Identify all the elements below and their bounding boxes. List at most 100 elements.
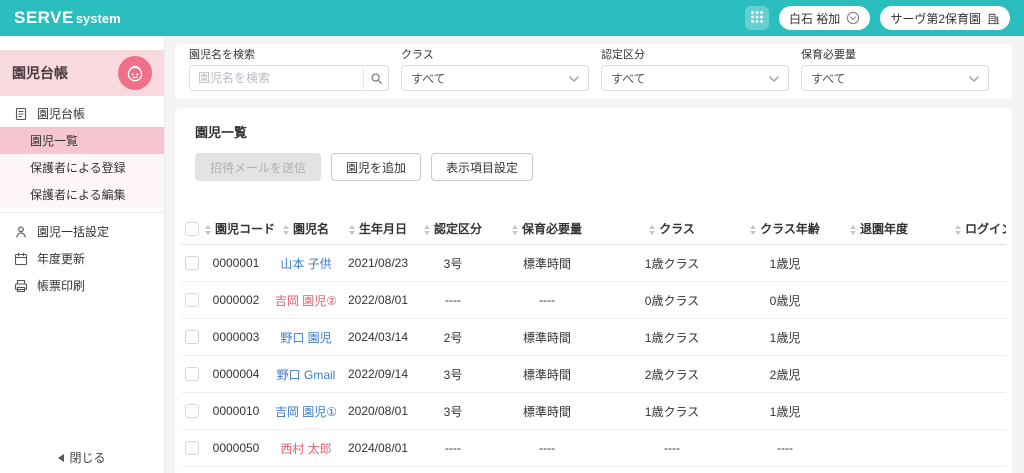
cell-care_amount: 標準時間 <box>493 319 601 356</box>
care-amount-filter-value: すべて <box>811 70 846 87</box>
cell-certification: ---- <box>413 282 493 319</box>
cell-certification: ---- <box>413 430 493 467</box>
facility-menu-button[interactable]: サーヴ第2保育園 <box>880 6 1010 30</box>
cell-code: 0000101 <box>203 467 269 473</box>
panel-actions: 招待メールを送信 園児を追加 表示項目設定 <box>195 153 1006 181</box>
cell-leave_year <box>827 356 931 393</box>
column-header[interactable]: ログイン <box>931 213 1006 245</box>
cell-certification: 2号 <box>413 319 493 356</box>
table-header-row: 園児コード園児名生年月日認定区分 保育必要量 クラス クラス年齢退園年度ログイン <box>181 213 1006 245</box>
select-all-header-cell <box>181 213 203 245</box>
child-name-search-input[interactable] <box>189 65 389 91</box>
cell-leave_year <box>827 393 931 430</box>
cell-certification: 3号 <box>413 393 493 430</box>
printer-icon <box>13 279 29 293</box>
cell-care_amount: ---- <box>493 430 601 467</box>
child-name-link[interactable]: 吉岡 園児① <box>275 405 337 419</box>
sidebar-item-chohyo-insatsu[interactable]: 帳票印刷 <box>0 272 164 299</box>
cell-certification: 2号 <box>413 467 493 473</box>
column-header[interactable]: 生年月日 <box>343 213 413 245</box>
apps-grid-button[interactable] <box>745 6 769 30</box>
sidebar-item-enji-daicho[interactable]: 園児台帳 <box>0 100 164 127</box>
column-header[interactable]: クラス年齢 <box>743 213 827 245</box>
row-checkbox[interactable] <box>185 330 199 344</box>
cell-login <box>931 467 1006 473</box>
sidebar-item-hogosha-touroku[interactable]: 保護者による登録 <box>0 154 164 181</box>
cell-class_name: ---- <box>601 430 743 467</box>
cell-class_age: 1歳児 <box>743 393 827 430</box>
row-checkbox[interactable] <box>185 293 199 307</box>
cell-name: 野口 Gmail <box>269 356 343 393</box>
column-header[interactable]: 保育必要量 <box>493 213 601 245</box>
cell-care_amount: ---- <box>493 282 601 319</box>
cell-birthdate: 2020/08/01 <box>343 393 413 430</box>
row-checkbox[interactable] <box>185 367 199 381</box>
filter-group-search: 園児名を検索 <box>189 49 389 91</box>
column-header[interactable]: クラス <box>601 213 743 245</box>
cell-birthdate: 2021/08/23 <box>343 245 413 282</box>
row-checkbox[interactable] <box>185 256 199 270</box>
chevron-down-icon <box>969 71 979 85</box>
sidebar-item-nendo-koushin[interactable]: 年度更新 <box>0 245 164 272</box>
class-filter-select[interactable]: すべて <box>401 65 589 91</box>
calendar-icon <box>13 252 29 266</box>
cell-name: 吉岡 園児① <box>269 393 343 430</box>
child-name-link[interactable]: 吉岡 園児② <box>275 294 337 308</box>
sidebar-menu: 園児台帳 園児一覧 保護者による登録 保護者による編集 園児一括設定 <box>0 100 164 299</box>
cell-birthdate: 2020/05/01 <box>343 467 413 473</box>
logo-secondary: system <box>76 11 121 26</box>
select-all-checkbox[interactable] <box>185 222 199 236</box>
add-child-button[interactable]: 園児を追加 <box>331 153 421 181</box>
cell-care_amount: 標準時間 <box>493 393 601 430</box>
building-icon <box>987 12 1000 25</box>
cell-class_name: 1歳クラス <box>601 393 743 430</box>
search-icon[interactable] <box>363 65 389 91</box>
child-name-link[interactable]: 野口 Gmail <box>277 368 336 382</box>
row-checkbox[interactable] <box>185 404 199 418</box>
sidebar-item-ikkatsu-settei[interactable]: 園児一括設定 <box>0 218 164 245</box>
collapse-label: 閉じる <box>69 449 105 466</box>
panel-title: 園児一覧 <box>195 122 1006 141</box>
child-name-link[interactable]: 野口 園児 <box>280 331 331 345</box>
user-name: 白石 裕加 <box>789 10 840 27</box>
children-list-panel: 園児一覧 招待メールを送信 園児を追加 表示項目設定 園児コード園児名生年月日認… <box>175 108 1012 473</box>
sidebar-item-label: 年度更新 <box>37 250 85 267</box>
column-header-label: クラス年齢 <box>760 222 820 236</box>
cell-leave_year <box>827 282 931 319</box>
certification-filter-select[interactable]: すべて <box>601 65 789 91</box>
cell-class_name: 3歳クラス <box>601 467 743 473</box>
sidebar-divider <box>0 212 164 213</box>
cell-code: 0000050 <box>203 430 269 467</box>
column-header-label: 保育必要量 <box>522 222 582 236</box>
row-checkbox[interactable] <box>185 441 199 455</box>
cell-class_age: 1歳児 <box>743 245 827 282</box>
column-header-label: クラス <box>659 222 695 236</box>
person-settings-icon <box>13 225 29 239</box>
column-header[interactable]: 園児名 <box>269 213 343 245</box>
child-name-link[interactable]: 山本 子供 <box>280 257 331 271</box>
care-amount-filter-select[interactable]: すべて <box>801 65 989 91</box>
cell-class_name: 1歳クラス <box>601 245 743 282</box>
sidebar-item-hogosha-henshu[interactable]: 保護者による編集 <box>0 181 164 208</box>
display-settings-button[interactable]: 表示項目設定 <box>431 153 533 181</box>
child-name-link[interactable]: 西村 太郎 <box>280 442 331 456</box>
column-header[interactable]: 退園年度 <box>827 213 931 245</box>
sidebar-item-label: 園児台帳 <box>37 105 85 122</box>
cell-class_name: 2歳クラス <box>601 356 743 393</box>
table-row: 0000101阿部 花子2020/05/012号標準時間3歳クラス3歳児 <box>181 467 1006 473</box>
table-body: 0000001山本 子供2021/08/233号標準時間1歳クラス1歳児0000… <box>181 245 1006 473</box>
send-invite-mail-button[interactable]: 招待メールを送信 <box>195 153 321 181</box>
column-header-label: 園児コード <box>215 222 275 236</box>
sort-icon <box>750 225 756 235</box>
cell-birthdate: 2022/08/01 <box>343 282 413 319</box>
column-header[interactable]: 園児コード <box>203 213 269 245</box>
children-table: 園児コード園児名生年月日認定区分 保育必要量 クラス クラス年齢退園年度ログイン 00… <box>181 213 1006 473</box>
sidebar-collapse-button[interactable]: 閉じる <box>0 449 164 466</box>
search-input-wrap <box>189 65 389 91</box>
sort-icon <box>349 225 355 235</box>
search-label: 園児名を検索 <box>189 49 389 62</box>
table-row: 0000001山本 子供2021/08/233号標準時間1歳クラス1歳児 <box>181 245 1006 282</box>
column-header[interactable]: 認定区分 <box>413 213 493 245</box>
sidebar-item-enji-ichiran[interactable]: 園児一覧 <box>0 127 164 154</box>
user-menu-button[interactable]: 白石 裕加 <box>779 6 870 30</box>
